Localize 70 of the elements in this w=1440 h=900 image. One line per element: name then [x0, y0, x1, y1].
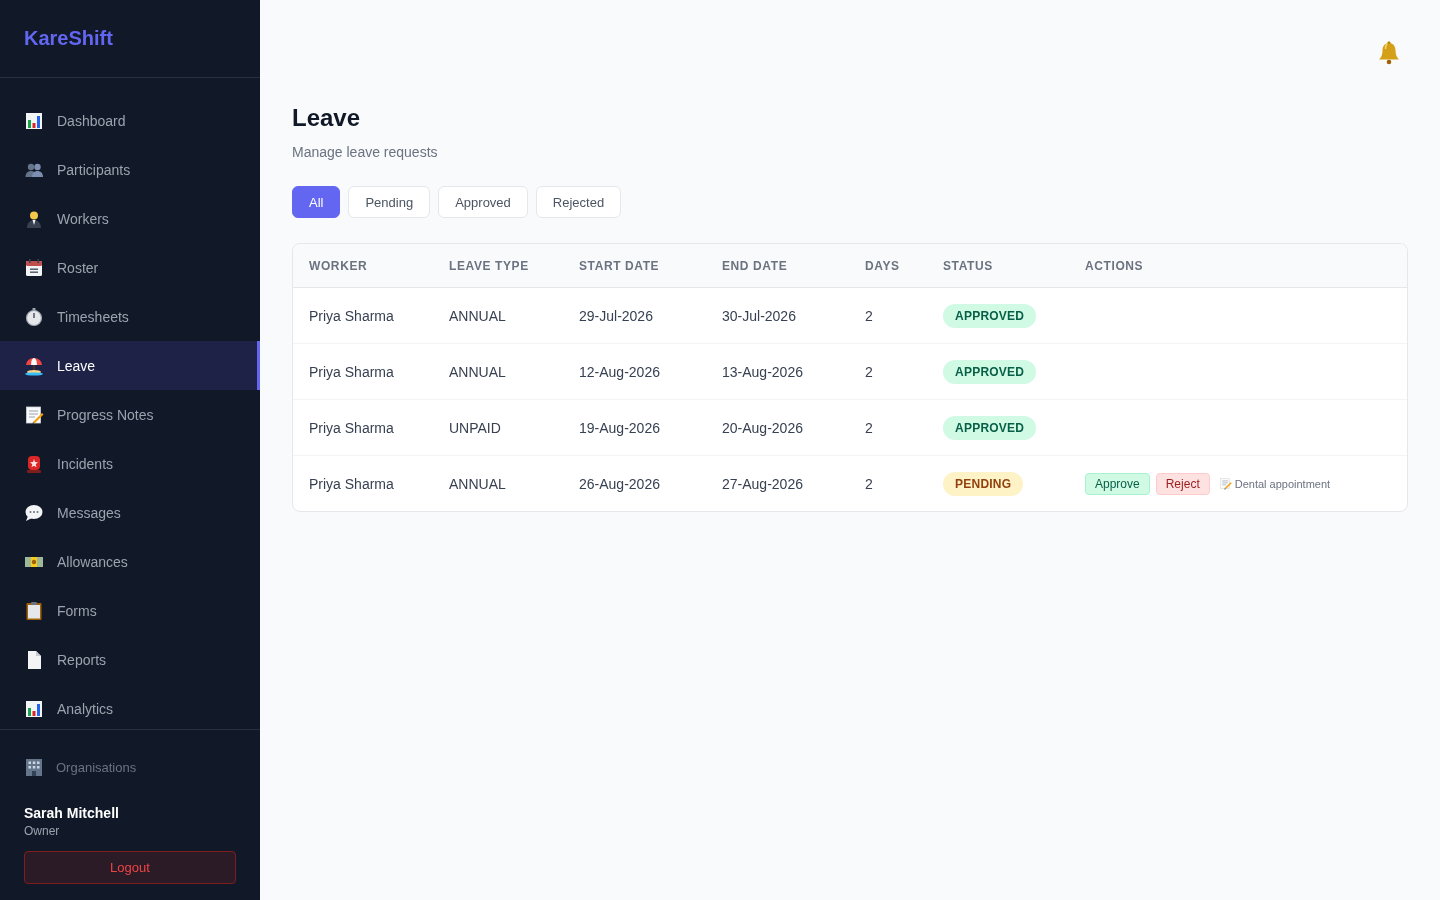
table-cell: 19-Aug-2026 — [579, 419, 660, 436]
building-icon — [24, 757, 44, 777]
filter-tab[interactable]: All — [292, 186, 341, 218]
user-role: Owner — [24, 824, 60, 838]
nav-item[interactable]: Forms — [0, 586, 260, 635]
table-cell: 26-Aug-2026 — [579, 475, 660, 492]
leave-note: Dental appointment — [1234, 477, 1331, 490]
memo-icon — [24, 404, 44, 425]
column-header: DAYS — [865, 258, 900, 273]
column-header: WORKER — [309, 258, 368, 273]
table-cell: ANNUAL — [449, 363, 506, 380]
column-header: END DATE — [722, 258, 788, 273]
notification-bell-icon[interactable] — [1378, 41, 1400, 65]
status-badge: PENDING — [943, 471, 1024, 496]
table-cell: Priya Sharma — [309, 307, 394, 324]
nav-item[interactable]: Roster — [0, 243, 260, 292]
nav-item[interactable]: Reports — [0, 635, 260, 684]
nav-item[interactable]: Allowances — [0, 537, 260, 586]
bar-chart-icon — [24, 698, 44, 719]
table-cell: 29-Jul-2026 — [579, 307, 653, 324]
nav-item[interactable]: Analytics — [0, 684, 260, 729]
logout-button[interactable]: Logout — [24, 851, 236, 884]
page-subtitle: Manage leave requests — [292, 143, 438, 162]
table-cell: 2 — [865, 307, 873, 324]
nav-item[interactable]: Participants — [0, 145, 260, 194]
status-badge: APPROVED — [943, 415, 1037, 440]
table-cell: Priya Sharma — [309, 419, 394, 436]
nav-item[interactable]: Incidents — [0, 439, 260, 488]
nav-item[interactable]: Timesheets — [0, 292, 260, 341]
status-badge: APPROVED — [943, 303, 1037, 328]
calendar-icon — [24, 257, 44, 278]
approve-button[interactable]: Approve — [1085, 472, 1150, 495]
user-name: Sarah Mitchell — [24, 805, 119, 821]
memo-icon — [1218, 477, 1232, 490]
filter-tab[interactable]: Pending — [348, 186, 431, 218]
organisations-link[interactable]: Organisations — [24, 757, 137, 777]
stopwatch-icon — [24, 306, 44, 327]
nav-item[interactable]: Leave — [0, 341, 260, 390]
table-cell: UNPAID — [449, 419, 501, 436]
table-cell: 13-Aug-2026 — [722, 363, 803, 380]
reject-button[interactable]: Reject — [1155, 472, 1210, 495]
table-cell: 2 — [865, 419, 873, 436]
nav-item[interactable]: Dashboard — [0, 96, 260, 145]
app-logo: KareShift — [24, 27, 113, 50]
nav-item[interactable]: Messages — [0, 488, 260, 537]
column-header: STATUS — [943, 258, 993, 273]
filter-tab[interactable]: Rejected — [535, 186, 622, 218]
table-cell: ANNUAL — [449, 475, 506, 492]
table-cell: 27-Aug-2026 — [722, 475, 803, 492]
table-cell: 2 — [865, 475, 873, 492]
filter-tab[interactable]: Approved — [438, 186, 528, 218]
table-cell: ANNUAL — [449, 307, 506, 324]
table-cell: 12-Aug-2026 — [579, 363, 660, 380]
nav-item[interactable]: Progress Notes — [0, 390, 260, 439]
table-cell: Priya Sharma — [309, 475, 394, 492]
column-header: LEAVE TYPE — [449, 258, 529, 273]
speech-bubble-icon — [24, 502, 44, 523]
status-badge: APPROVED — [943, 359, 1037, 384]
bar-chart-icon — [24, 110, 44, 131]
page-title: Leave — [292, 103, 361, 133]
table-cell: Priya Sharma — [309, 363, 394, 380]
table-cell: 20-Aug-2026 — [722, 419, 803, 436]
siren-icon — [24, 453, 44, 474]
nav-item[interactable]: Workers — [0, 194, 260, 243]
table-cell: 2 — [865, 363, 873, 380]
column-header: ACTIONS — [1085, 258, 1144, 273]
table-cell: 30-Jul-2026 — [722, 307, 796, 324]
beach-umbrella-icon — [24, 355, 44, 376]
clipboard-icon — [24, 600, 44, 621]
column-header: START DATE — [579, 258, 660, 273]
